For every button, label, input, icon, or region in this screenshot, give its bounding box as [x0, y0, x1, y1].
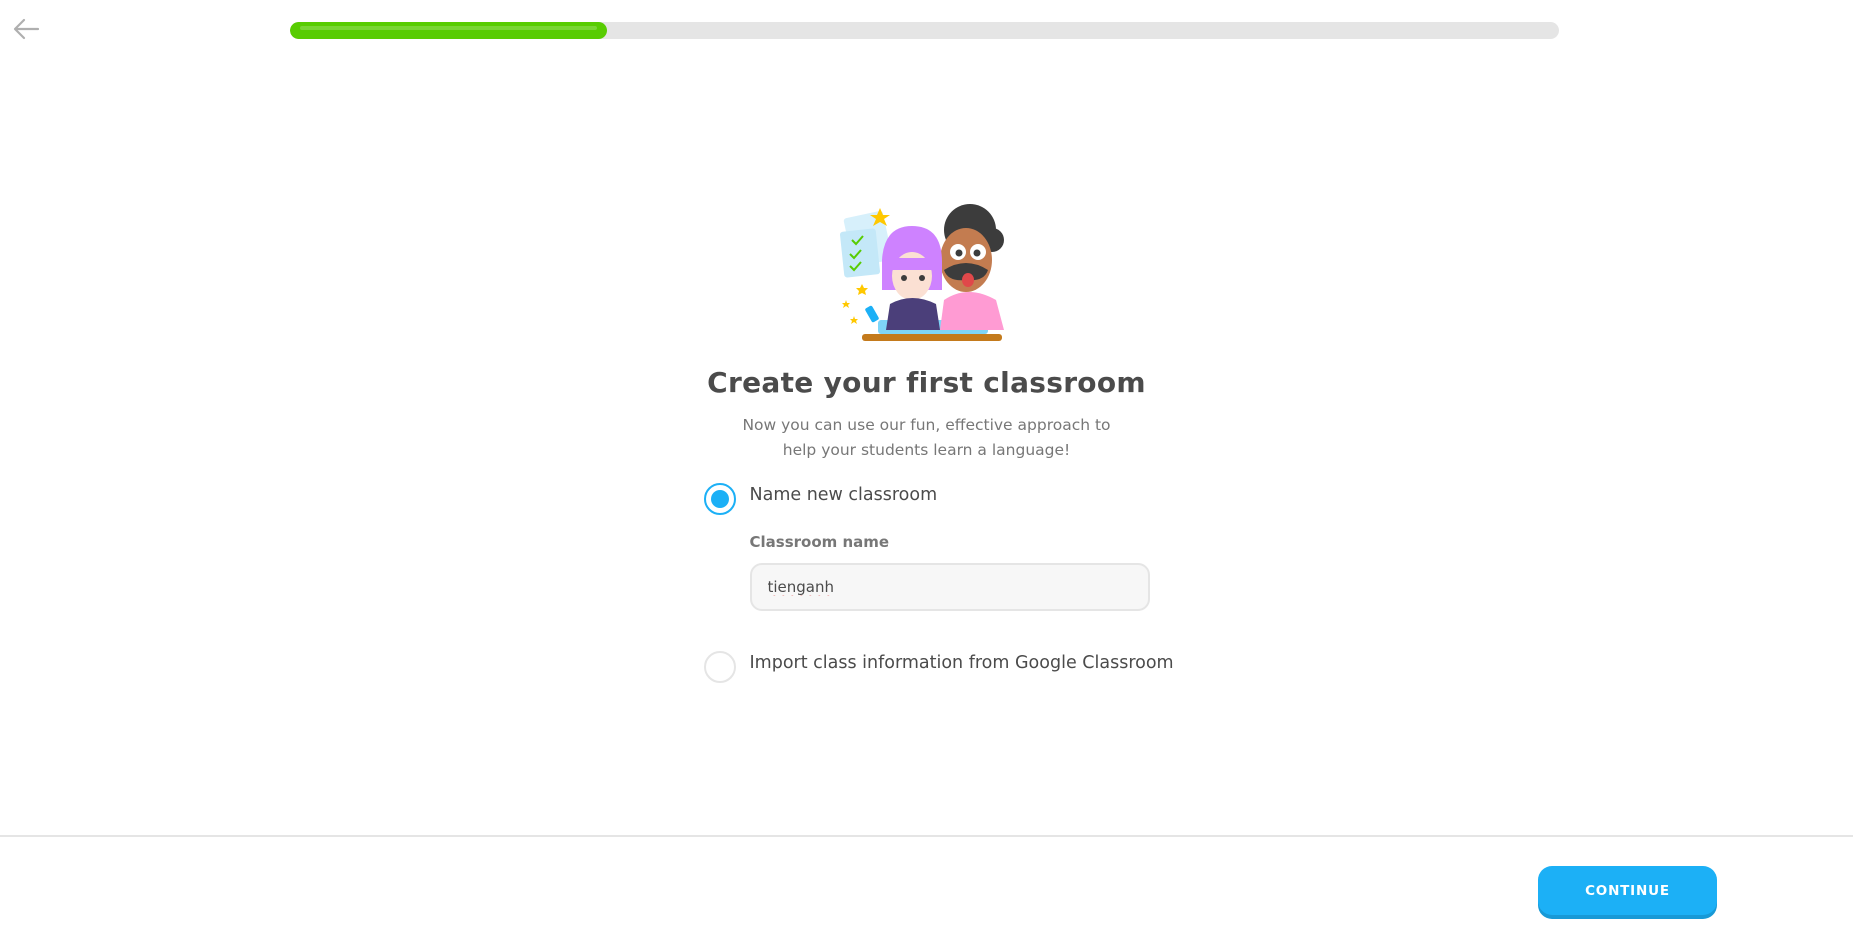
footer-divider: [0, 835, 1853, 837]
classroom-name-input[interactable]: [749, 563, 1150, 611]
radio-import-google-classroom[interactable]: [703, 651, 736, 683]
classroom-options: Name new classroom Classroom name Import…: [703, 483, 1174, 683]
page-subtitle: Now you can use our fun, effective appro…: [742, 416, 1111, 459]
arrow-left-icon: [13, 18, 40, 39]
progress-bar-fill: [290, 22, 608, 39]
page-title: Create your first classroom: [707, 366, 1146, 399]
option-label: Name new classroom: [749, 485, 938, 505]
onboarding-page: Create your first classroom Now you can …: [0, 0, 1853, 929]
teacher-and-student-illustration: [839, 204, 1004, 341]
progress-bar: [290, 22, 1559, 39]
back-button[interactable]: [10, 16, 42, 44]
main-content: Create your first classroom Now you can …: [0, 200, 1853, 683]
classroom-name-label: Classroom name: [749, 533, 890, 551]
progress-bar-highlight: [300, 26, 598, 30]
radio-name-new-classroom[interactable]: [703, 483, 736, 515]
continue-button[interactable]: CONTINUE: [1538, 866, 1717, 915]
option-import-google-classroom[interactable]: Import class information from Google Cla…: [703, 651, 1174, 683]
classroom-name-field: Classroom name: [749, 533, 1150, 611]
option-label: Import class information from Google Cla…: [749, 653, 1174, 673]
option-name-new-classroom[interactable]: Name new classroom: [703, 483, 1150, 515]
